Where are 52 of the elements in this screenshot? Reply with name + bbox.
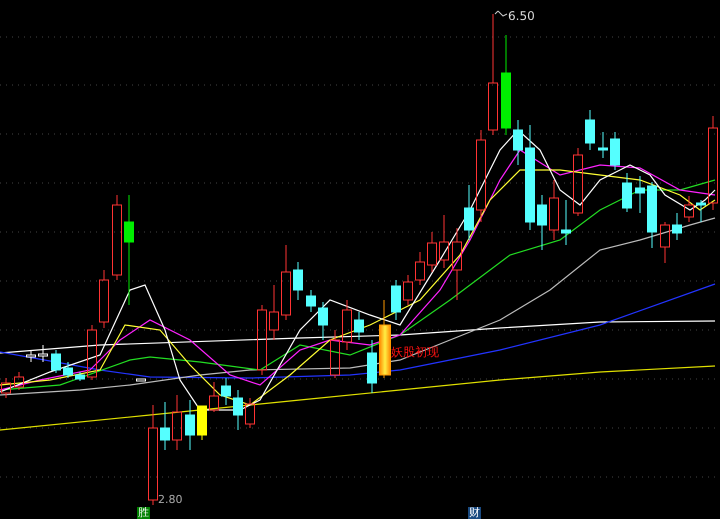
candlestick (87, 324, 97, 380)
candlestick (610, 132, 620, 170)
candlestick (38, 344, 48, 362)
candlestick (99, 270, 109, 328)
candlestick (233, 390, 243, 430)
candlestick (257, 304, 267, 376)
candlestick (439, 214, 449, 268)
candlestick (561, 200, 571, 246)
candlestick (647, 182, 657, 248)
candlestick (696, 200, 706, 222)
candlestick (293, 262, 303, 300)
candlestick (136, 378, 146, 382)
candlestick (306, 290, 316, 312)
candlestick (635, 176, 645, 214)
candlestick (367, 340, 377, 394)
candlestick (209, 382, 219, 412)
candlestick (221, 378, 231, 406)
candlestick (51, 350, 61, 374)
pointer-line (494, 10, 508, 17)
candlestick (185, 400, 195, 450)
candlestick (245, 398, 255, 428)
candlestick (318, 302, 328, 340)
candlestick (672, 212, 682, 240)
candlestick (598, 132, 608, 158)
candlestick (513, 120, 523, 166)
candlestick (160, 402, 170, 450)
candlestick (427, 232, 437, 272)
candlestick (63, 362, 73, 378)
low-price-label: 2.80 (158, 493, 182, 506)
candlestick (354, 312, 364, 340)
high-price-label: 6.50 (508, 9, 535, 23)
candlestick (549, 180, 559, 240)
candlestick (172, 394, 182, 450)
candlestick (415, 252, 425, 286)
candlestick (403, 274, 413, 306)
candlestick (684, 196, 694, 222)
candlestick (14, 372, 24, 390)
candlestick (1, 378, 11, 398)
marker-tag: 胜 (137, 507, 150, 519)
candlestick (622, 172, 632, 212)
candlestick (342, 300, 352, 350)
candlestick (573, 148, 583, 216)
candlestick (585, 110, 595, 150)
candlestick (197, 406, 207, 440)
candlestick (75, 372, 85, 382)
candlestick (269, 284, 279, 340)
candlestick (464, 184, 474, 240)
candlestick (537, 194, 547, 250)
candlestick (26, 350, 36, 362)
candlestick (660, 222, 670, 264)
marker-tag: 财 (468, 507, 481, 519)
candlestick (330, 330, 340, 378)
